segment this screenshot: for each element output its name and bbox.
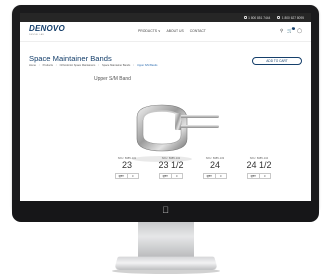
- monitor-stand-foot: [114, 256, 218, 270]
- phone-link-2[interactable]: 1 800 627 8095: [277, 16, 304, 20]
- quantity-input[interactable]: QTY 0: [159, 173, 183, 179]
- breadcrumb-separator: /: [133, 64, 134, 67]
- size-option: SKU: 8385-134 24 1/2 QTY 0: [240, 157, 278, 179]
- nav-link-about[interactable]: ABOUT US: [166, 29, 183, 33]
- breadcrumb-products[interactable]: Products: [43, 64, 53, 67]
- size-value: 23: [121, 160, 132, 170]
- breadcrumb-separator: /: [55, 64, 57, 67]
- product-heading: Upper S/M Band: [94, 76, 131, 82]
- phone-icon: [243, 16, 247, 19]
- size-value: 23 1/2: [158, 160, 184, 170]
- qty-field[interactable]: 0: [260, 174, 271, 178]
- nav-link-contact[interactable]: CONTACT: [190, 29, 206, 33]
- cart-icon[interactable]: 🛒 0: [287, 26, 296, 33]
- fax-icon: [277, 16, 281, 19]
- qty-field[interactable]: 0: [128, 174, 139, 178]
- breadcrumb-space-maintainer-bands[interactable]: Space Maintainer Bands: [102, 64, 130, 67]
- nav-link-products[interactable]: PRODUCTS ∨: [138, 29, 160, 33]
- cart-count-badge: 0: [292, 26, 296, 30]
- add-to-cart-button[interactable]: ADD TO CART: [252, 57, 302, 65]
- breadcrumb-orthodontic[interactable]: Orthodontic Space Maintainers: [60, 64, 96, 67]
- breadcrumb-current: Upper S/M Bands: [137, 64, 158, 67]
- qty-label: QTY: [160, 174, 172, 178]
- quantity-input[interactable]: QTY 0: [203, 173, 227, 179]
- size-value: 24: [209, 160, 220, 170]
- size-option: SKU: 8385-133 24 QTY 0: [196, 157, 234, 179]
- qty-label: QTY: [116, 174, 128, 178]
- qty-label: QTY: [248, 174, 260, 178]
- phone-link-1[interactable]: 1 800 851 7444: [243, 15, 271, 20]
- quantity-input[interactable]: QTY 0: [115, 173, 139, 179]
- monitor-stand-neck: [138, 222, 194, 258]
- quantity-input[interactable]: QTY 0: [247, 173, 271, 179]
- size-value: 24 1/2: [246, 160, 272, 170]
- page-title: Space Maintainer Bands: [29, 54, 112, 63]
- qty-field[interactable]: 0: [172, 174, 183, 178]
- phone-number: 1 800 627 8095: [281, 15, 304, 20]
- user-icon[interactable]: ◯: [297, 28, 302, 33]
- imac-scene:  1 800 851 7444 1 800 627 8095 DENOVO D…: [0, 0, 331, 280]
- phone-number: 1 800 851 7444: [248, 15, 271, 20]
- main-nav: DENOVO DENTAL LAB PRODUCTS ∨ ABOUT US CO…: [20, 22, 311, 42]
- size-option: SKU: 8385-132 23 1/2 QTY 0: [152, 157, 190, 179]
- site-logo[interactable]: DENOVO DENTAL LAB: [29, 24, 65, 39]
- nav-links: PRODUCTS ∨ ABOUT US CONTACT: [138, 29, 206, 33]
- browser-screen: 1 800 851 7444 1 800 627 8095 DENOVO DEN…: [20, 13, 311, 201]
- breadcrumb-home[interactable]: Home: [29, 64, 36, 67]
- search-icon[interactable]: ⚲: [280, 28, 283, 33]
- breadcrumb-separator: /: [38, 64, 40, 67]
- band-product-image: [132, 104, 219, 162]
- breadcrumb-separator: /: [98, 64, 99, 67]
- nav-tools: ⚲ 🛒 0 ◯: [280, 26, 302, 33]
- logo-subtext: DENTAL LAB: [29, 33, 45, 36]
- breadcrumb: Home / Products / Orthodontic Space Main…: [29, 64, 157, 67]
- qty-label: QTY: [204, 174, 216, 178]
- monitor-chin: : [12, 200, 319, 222]
- size-options: SKU: 8385-131 23 QTY 0 SKU: 8385-132 23 …: [108, 157, 278, 179]
- size-option: SKU: 8385-131 23 QTY 0: [108, 157, 146, 179]
- apple-logo-icon: : [162, 205, 169, 215]
- top-contact-bar: 1 800 851 7444 1 800 627 8095: [20, 13, 311, 22]
- qty-field[interactable]: 0: [216, 174, 227, 178]
